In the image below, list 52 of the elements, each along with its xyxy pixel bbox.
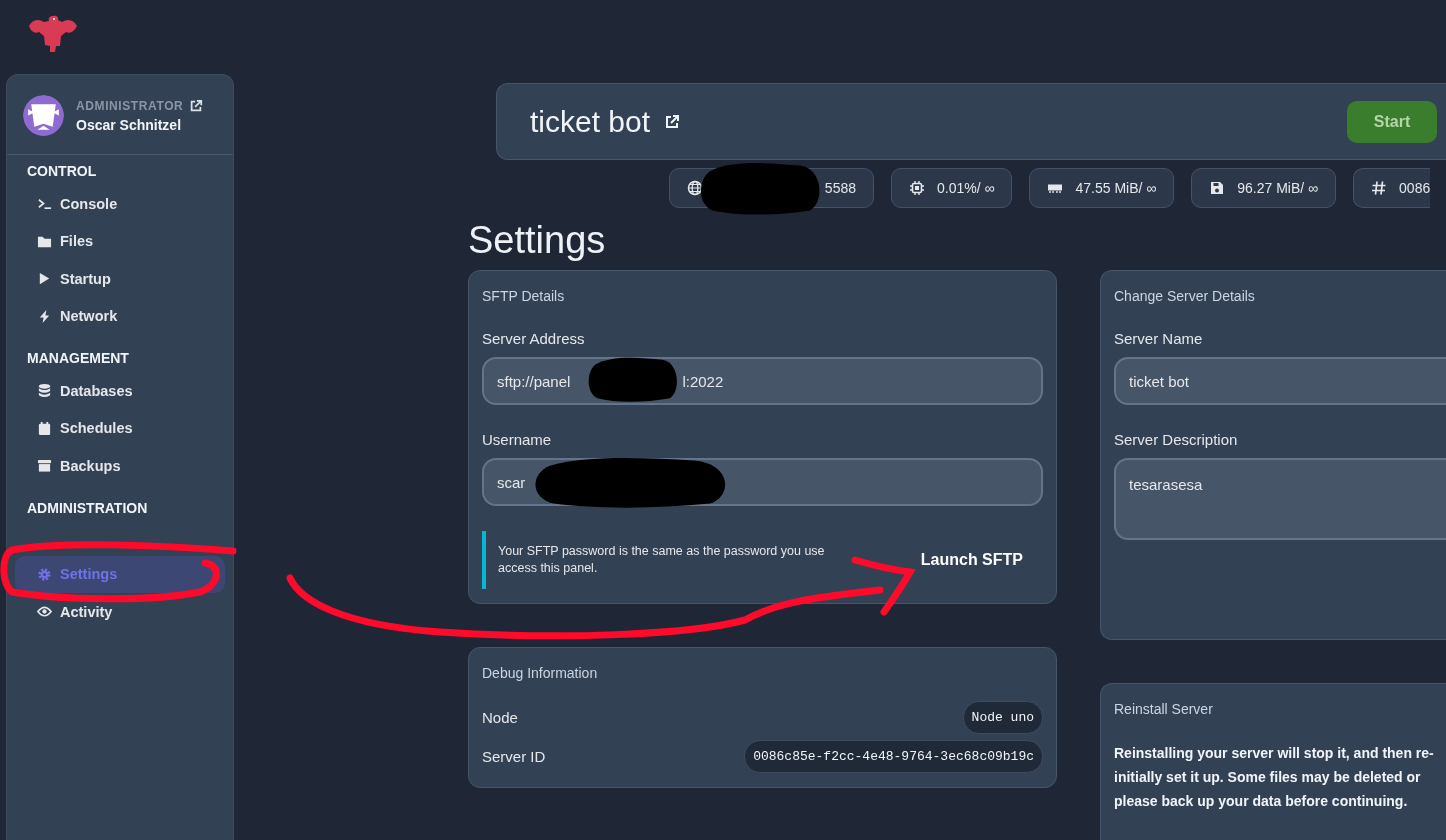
- nav-item[interactable]: Console: [15, 185, 225, 223]
- play-icon: [37, 271, 52, 287]
- nav-item[interactable]: Activity: [15, 593, 225, 631]
- info-label: Node: [482, 709, 518, 726]
- info-value: Node uno: [962, 701, 1043, 734]
- card-title: Debug Information: [482, 665, 599, 681]
- nav-heading: MANAGEMENT: [26, 349, 130, 368]
- page-title: Settings: [468, 218, 606, 262]
- external-link-icon[interactable]: [189, 98, 204, 113]
- server-name: ticket bot: [530, 104, 651, 139]
- stat-value: 0.01%/ ∞: [937, 180, 995, 196]
- card-title: Change Server Details: [1114, 288, 1256, 304]
- info-note: Your SFTP password is the same as the password you use access this panel.: [482, 531, 853, 589]
- stat-value: 96.27 MiB/ ∞: [1237, 180, 1319, 196]
- nav-item[interactable]: Network: [15, 297, 225, 335]
- field-label: Server Name: [1114, 330, 1204, 347]
- nav-item[interactable]: Backups: [15, 447, 225, 485]
- text-area[interactable]: tesarasesa: [1114, 458, 1446, 540]
- eye-icon: [37, 604, 52, 620]
- archive-icon: [37, 458, 52, 474]
- field-label: Server Address: [482, 330, 586, 347]
- input-field[interactable]: scar: [482, 458, 1043, 506]
- hash-icon: [1371, 180, 1388, 196]
- calendar-icon: [37, 420, 52, 436]
- user-role: ADMINISTRATOR: [76, 98, 184, 113]
- nav-item[interactable]: Databases: [15, 372, 225, 410]
- settings-icon: [37, 566, 52, 582]
- field-label: Username: [482, 431, 553, 448]
- card-title: SFTP Details: [482, 288, 566, 304]
- user-name: Oscar Schnitzel: [76, 116, 183, 133]
- launch-sftp-button[interactable]: Launch SFTP: [914, 545, 1029, 575]
- globe-icon: [687, 180, 703, 196]
- stat-value: 0086: [1399, 180, 1431, 196]
- nav-heading: CONTROL: [26, 162, 98, 181]
- nav-item[interactable]: Schedules: [15, 409, 225, 447]
- input-field[interactable]: sftp://panel l:2022: [482, 357, 1043, 405]
- external-link-icon[interactable]: [664, 113, 681, 130]
- nav-item[interactable]: Files: [15, 222, 225, 260]
- info-value: 0086c85e-f2cc-4e48-9764-3ec68c09b19c: [744, 740, 1043, 773]
- nav-heading: ADMINISTRATION: [26, 498, 149, 518]
- field-label: Server Description: [1114, 431, 1239, 448]
- database-icon: [37, 383, 52, 399]
- card-title: Reinstall Server: [1114, 701, 1214, 717]
- reinstall-text: Reinstalling your server will stop it, and then re- initially set it up. Some files may be deleted or please back up your data before continuing.: [1114, 744, 1435, 811]
- nav-item[interactable]: Startup: [15, 260, 225, 298]
- chip-icon: [909, 180, 925, 196]
- input-field[interactable]: ticket bot: [1114, 357, 1446, 405]
- stat-value: 5588: [824, 180, 856, 196]
- terminal-icon: [37, 196, 52, 212]
- avatar-icon[interactable]: [23, 95, 64, 136]
- stat-value: 47.55 MiB/ ∞: [1075, 180, 1157, 196]
- info-label: Server ID: [482, 748, 546, 765]
